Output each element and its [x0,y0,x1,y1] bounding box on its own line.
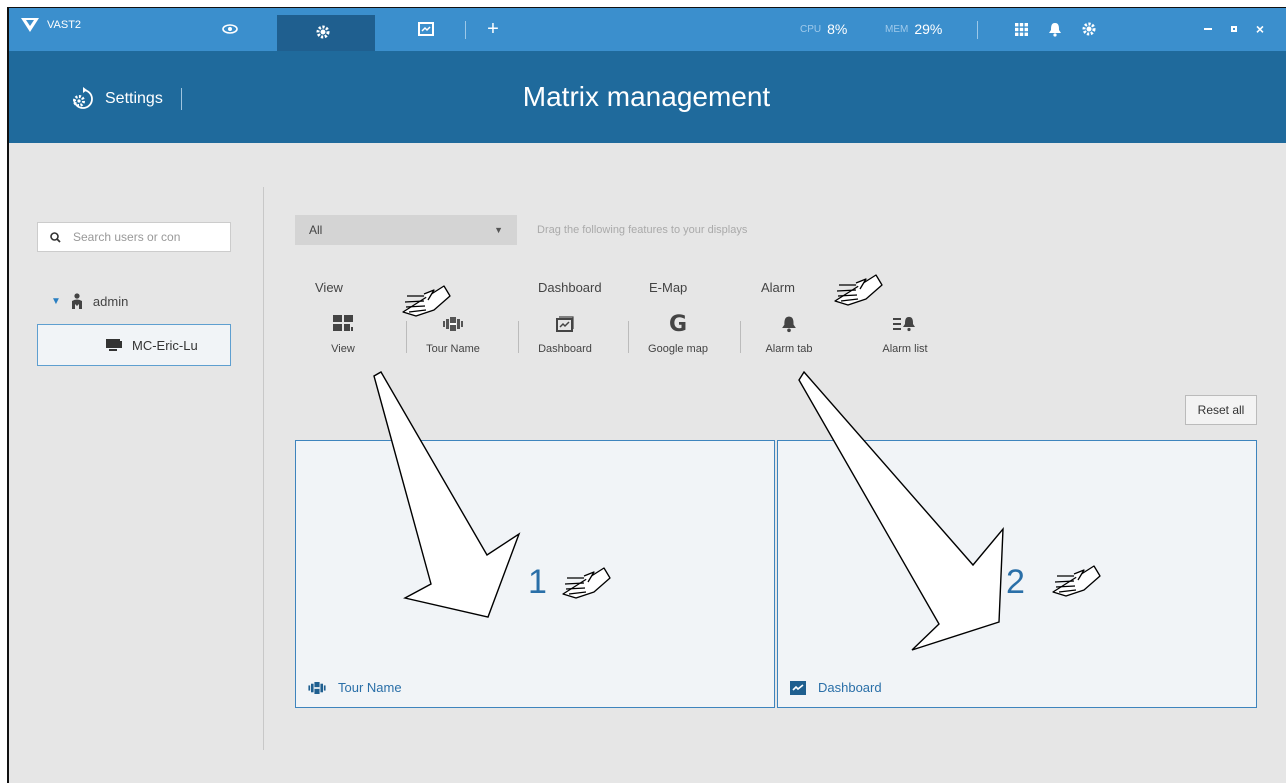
add-tab-button[interactable]: + [481,7,505,51]
settings-nav[interactable]: Settings [69,87,182,111]
bell-icon [782,316,796,333]
top-bar: VAST2 + CPU 8% MEM 29% × [7,7,1286,51]
mem-value: 29% [914,21,943,37]
grid-icon [1014,22,1028,36]
feature-label: Google map [648,343,708,355]
feature-label: Alarm tab [765,343,813,355]
feature-filter-select[interactable]: All ▼ [295,215,517,245]
tree-item-user[interactable]: ▼ admin [51,293,128,309]
display-content-label: Tour Name [338,680,402,695]
chart-icon [418,22,434,36]
maximize-icon [1231,26,1237,32]
tour-icon [308,681,326,694]
gear-icon [315,24,331,45]
feature-google-map[interactable]: G Google map [638,311,718,356]
search-placeholder: Search users or con [73,230,181,244]
app-window: VAST2 + CPU 8% MEM 29% × Matrix manageme… [7,7,1286,783]
tab-dashboard[interactable] [411,7,441,51]
display-content: Tour Name [308,680,402,695]
vivotek-logo-icon [21,18,39,32]
alarm-list-icon [893,317,915,332]
settings-label: Settings [105,90,163,107]
feature-dashboard[interactable]: Dashboard [525,313,605,355]
app-logo: VAST2 [21,18,81,32]
app-name: VAST2 [47,19,82,31]
mem-label: MEM [885,23,909,35]
device-name: MC-Eric-Lu [132,337,198,353]
category-alarm: Alarm [761,280,795,295]
global-settings-button[interactable] [1075,7,1103,51]
minimize-button[interactable] [1197,7,1219,51]
display-number: 2 [1006,563,1025,601]
display-number: 1 [528,563,547,601]
panel-divider [263,187,264,750]
drag-hint: Drag the following features to your disp… [537,224,748,236]
close-icon: × [1255,21,1265,37]
display-1[interactable]: 1 Tour Name [295,440,775,708]
feature-label: Tour Name [426,343,480,355]
search-input[interactable]: Search users or con [37,222,231,252]
cpu-label: CPU [800,23,822,35]
feature-label: Alarm list [882,343,928,355]
feature-alarm-list[interactable]: Alarm list [865,313,945,355]
category-dashboard: Dashboard [538,280,602,295]
bell-icon [1049,22,1061,37]
feature-view[interactable]: View [303,313,383,355]
display-content: Dashboard [790,680,882,695]
gear-icon [1082,22,1096,36]
tree-item-device[interactable]: MC-Eric-Lu [37,324,231,366]
page-title: Matrix management [522,81,771,112]
minimize-icon [1204,28,1212,30]
display-content-label: Dashboard [818,680,882,695]
notifications-button[interactable] [1041,7,1069,51]
category-emap: E-Map [649,280,688,295]
maximize-button[interactable] [1223,7,1245,51]
feature-tour[interactable]: Tour Name [413,313,493,355]
plus-icon: + [487,17,499,40]
user-icon [71,293,82,309]
caret-down-icon: ▼ [494,225,503,235]
caret-down-icon: ▼ [51,295,61,307]
feature-label: Dashboard [538,343,592,355]
google-icon: G [668,311,688,337]
dashboard-icon [790,680,806,695]
tab-liveview[interactable] [215,7,245,51]
eye-icon [222,24,238,34]
view-layout-icon [333,315,353,331]
feature-label: View [331,343,355,355]
user-name: admin [92,293,129,309]
display-2[interactable]: 2 Dashboard [777,440,1257,708]
mem-meter: MEM 29% [885,7,942,51]
settings-gear-icon [73,87,93,109]
page-header: Matrix management Settings [7,51,1286,143]
category-view: View [315,280,343,295]
monitor-icon [106,339,122,351]
filter-value: All [309,223,323,237]
tab-settings[interactable] [277,15,375,51]
reset-all-button[interactable]: Reset all [1185,395,1257,425]
apps-button[interactable] [1007,7,1035,51]
dashboard-icon [556,316,574,332]
tour-icon [443,317,463,331]
cpu-value: 8% [827,21,848,37]
search-icon [50,231,61,243]
close-button[interactable]: × [1249,7,1271,51]
cpu-meter: CPU 8% [800,7,847,51]
feature-alarm-tab[interactable]: Alarm tab [749,313,829,355]
